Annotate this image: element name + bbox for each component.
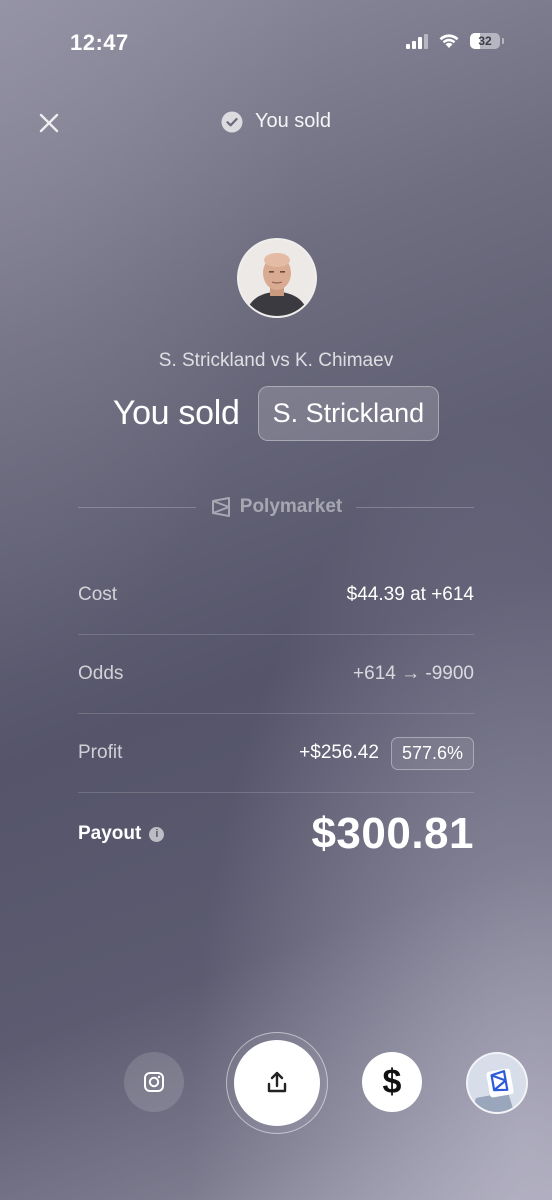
svg-text:$: $ <box>383 1063 402 1101</box>
selection-pill: S. Strickland <box>257 386 440 441</box>
battery-cap <box>502 38 504 44</box>
profit-value: +$256.42 <box>299 742 379 763</box>
profit-label: Profit <box>78 742 123 763</box>
share-button[interactable] <box>226 1032 328 1134</box>
divider-line-right <box>356 506 475 508</box>
check-circle-icon <box>221 111 243 132</box>
sold-summary: You sold S. Strickland <box>0 386 552 441</box>
share-polymarket-button[interactable] <box>466 1052 528 1114</box>
cost-value: $44.39 at +614 <box>346 584 474 605</box>
matchup-title: S. Strickland vs K. Chimaev <box>158 350 394 371</box>
cash-app-icon: $ <box>383 1063 402 1101</box>
header-title: You sold <box>0 110 552 133</box>
odds-label: Odds <box>78 663 124 684</box>
share-button-inner[interactable] <box>234 1040 320 1126</box>
payout-label-group: Payout i <box>78 823 165 845</box>
odds-row: Odds +614 → -9900 <box>78 635 474 714</box>
instagram-icon <box>144 1072 164 1092</box>
odds-value: +614 → -9900 <box>353 663 474 684</box>
status-time: 12:47 <box>70 30 129 55</box>
profit-values: +$256.42 577.6% <box>299 736 474 770</box>
share-instagram-button[interactable] <box>124 1052 184 1112</box>
cost-row: Cost $44.39 at +614 <box>78 556 474 635</box>
cellular-signal-icon <box>406 33 428 49</box>
profit-percent-badge: 577.6% <box>390 736 474 770</box>
divider-line-left <box>78 506 196 508</box>
sold-label: You sold <box>112 394 240 432</box>
info-icon[interactable]: i <box>149 826 165 842</box>
fighter-portrait-image <box>239 240 315 316</box>
share-cash-app-button[interactable]: $ <box>362 1052 422 1112</box>
payout-label: Payout <box>78 823 142 844</box>
trade-details: Cost $44.39 at +614 Odds +614 → -9900 Pr… <box>78 556 474 875</box>
header-title-text: You sold <box>255 110 331 132</box>
polymarket-logo-icon <box>211 497 230 517</box>
fighter-avatar <box>237 238 317 318</box>
status-icons: 32 <box>406 33 504 49</box>
share-icon <box>267 1071 287 1093</box>
polymarket-icon <box>468 1054 526 1112</box>
brand-divider: Polymarket <box>78 494 475 520</box>
payout-value: $300.81 <box>311 809 474 858</box>
profit-row: Profit +$256.42 577.6% <box>78 714 474 793</box>
polymarket-brand: Polymarket <box>210 496 342 518</box>
battery-level: 32 <box>478 34 492 48</box>
brand-name: Polymarket <box>239 496 343 517</box>
cost-label: Cost <box>78 584 118 605</box>
wifi-icon <box>439 34 459 48</box>
battery-icon: 32 <box>470 33 500 49</box>
payout-row: Payout i $300.81 <box>78 793 474 875</box>
